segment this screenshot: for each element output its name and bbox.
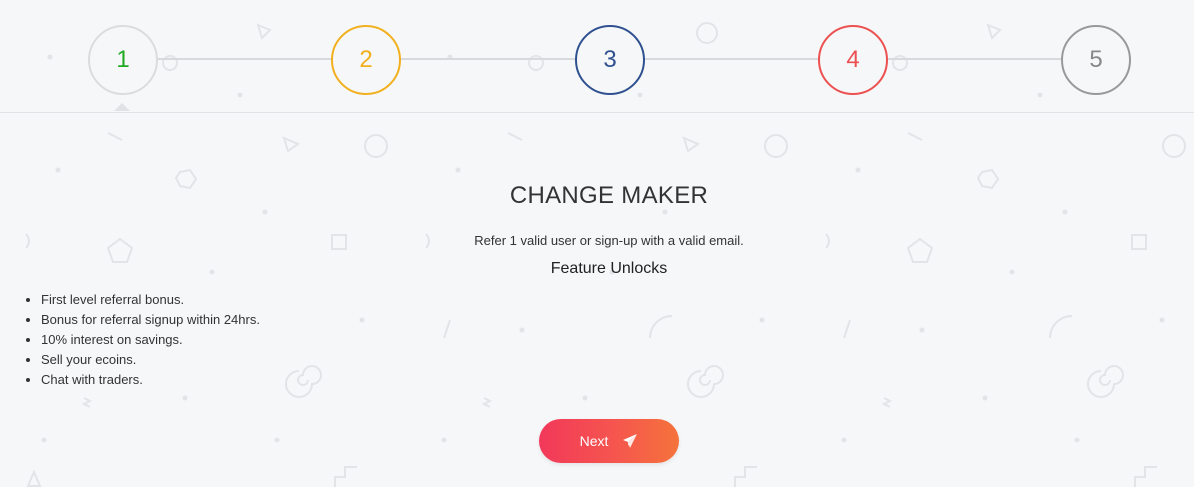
- next-button-label: Next: [579, 433, 609, 449]
- feature-item: Sell your ecoins.: [41, 350, 260, 370]
- feature-item: 10% interest on savings.: [41, 330, 260, 350]
- feature-unlocks-heading: Feature Unlocks: [550, 260, 668, 277]
- level-title: CHANGE MAKER: [509, 182, 709, 209]
- paper-plane-icon: [623, 434, 638, 448]
- step-5[interactable]: 5: [1061, 25, 1131, 95]
- level-description: Refer 1 valid user or sign-up with a val…: [474, 233, 744, 248]
- step-1[interactable]: 1: [88, 25, 158, 95]
- feature-item: Chat with traders.: [41, 370, 260, 390]
- feature-item: Bonus for referral signup within 24hrs.: [41, 310, 260, 330]
- step-2[interactable]: 2: [331, 25, 401, 95]
- progress-stepper: 1 2 3 4 5: [0, 0, 1194, 113]
- step-3[interactable]: 3: [575, 25, 645, 95]
- step-4[interactable]: 4: [818, 25, 888, 95]
- active-step-indicator: [114, 103, 130, 111]
- feature-list: First level referral bonus. Bonus for re…: [23, 290, 260, 390]
- next-button[interactable]: Next: [539, 419, 679, 463]
- feature-item: First level referral bonus.: [41, 290, 260, 310]
